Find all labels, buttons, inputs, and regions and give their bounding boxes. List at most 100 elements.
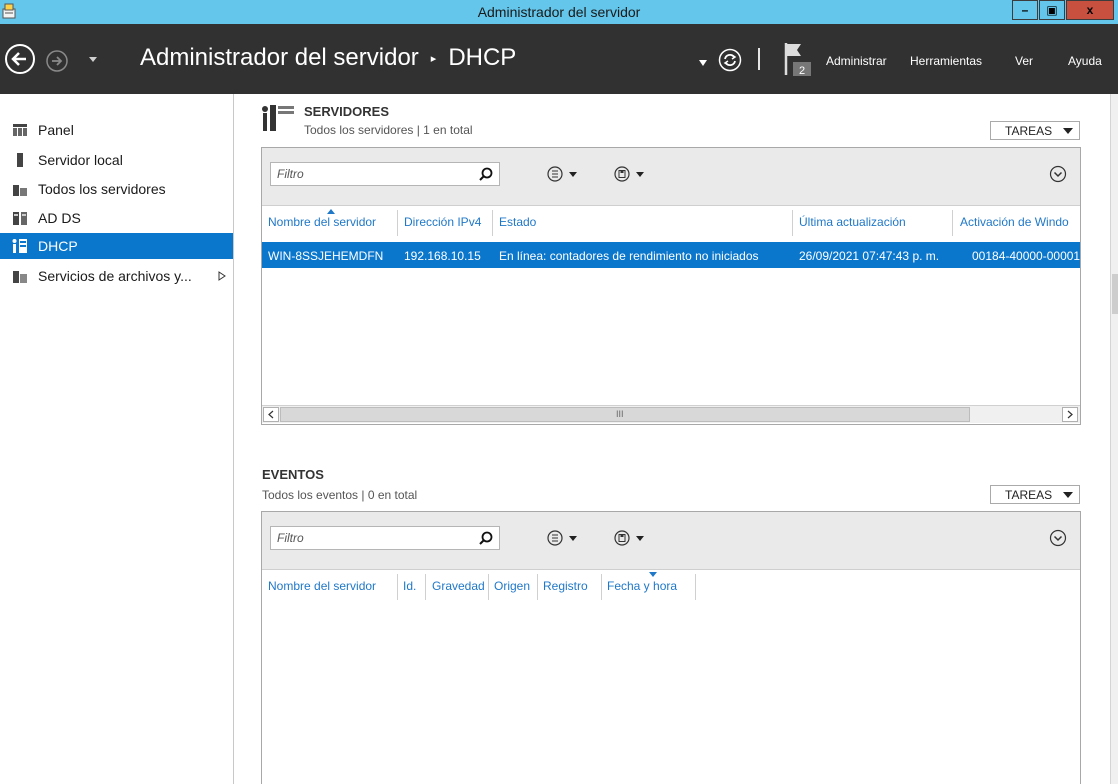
- search-icon[interactable]: [479, 531, 493, 545]
- menu-ver[interactable]: Ver: [1015, 54, 1033, 68]
- list-options-icon[interactable]: [545, 164, 579, 184]
- column-header-status[interactable]: Estado: [499, 215, 536, 229]
- header-divider: [758, 48, 760, 70]
- tasks-dropdown-icon: [1063, 128, 1073, 134]
- column-separator: [952, 210, 953, 236]
- header-bar: Administrador del servidor ▸ DHCP 2 Admi…: [0, 24, 1118, 94]
- refresh-icon[interactable]: [718, 48, 742, 72]
- dhcp-icon: [12, 239, 27, 253]
- collapse-icon[interactable]: [1049, 165, 1067, 183]
- menu-ayuda[interactable]: Ayuda: [1068, 54, 1102, 68]
- column-separator: [537, 574, 538, 600]
- sidebar-item-local-server[interactable]: Servidor local: [0, 147, 233, 173]
- search-icon[interactable]: [479, 167, 493, 181]
- events-tasks-button[interactable]: TAREAS: [990, 485, 1080, 504]
- expand-arrow-icon[interactable]: [218, 271, 226, 281]
- menu-herramientas[interactable]: Herramientas: [910, 54, 982, 68]
- dashboard-icon: [13, 124, 27, 136]
- tasks-dropdown-icon: [1063, 492, 1073, 498]
- list-options-icon[interactable]: [545, 528, 579, 548]
- breadcrumb-separator-icon: ▸: [430, 52, 437, 65]
- servers-section-subtitle: Todos los servidores | 1 en total: [304, 123, 473, 137]
- column-separator: [601, 574, 602, 600]
- sidebar-item-dhcp[interactable]: DHCP: [0, 233, 233, 259]
- close-button[interactable]: x: [1066, 0, 1114, 20]
- sidebar-item-label: Todos los servidores: [38, 181, 166, 197]
- breadcrumb-current: DHCP: [448, 44, 517, 71]
- column-header-last-update[interactable]: Última actualización: [799, 215, 906, 229]
- servers-filter-input[interactable]: Filtro: [270, 162, 500, 186]
- sidebar-item-label: Servicios de archivos y...: [38, 268, 192, 284]
- column-separator: [792, 210, 793, 236]
- local-server-icon: [17, 153, 23, 167]
- sidebar-item-file-services[interactable]: Servicios de archivos y...: [0, 263, 233, 289]
- scroll-right-button[interactable]: [1062, 407, 1078, 422]
- cell-last-update: 26/09/2021 07:47:43 p. m.: [799, 249, 940, 263]
- notifications-flag-icon[interactable]: 2: [783, 41, 817, 77]
- filter-placeholder: Filtro: [277, 531, 304, 545]
- sidebar-item-ad-ds[interactable]: AD DS: [0, 205, 233, 231]
- sidebar-item-label: DHCP: [38, 238, 78, 254]
- column-header-severity[interactable]: Gravedad: [432, 579, 485, 593]
- tasks-label: TAREAS: [1005, 487, 1053, 502]
- column-header-source[interactable]: Origen: [494, 579, 530, 593]
- back-icon[interactable]: [4, 43, 36, 75]
- window-title: Administrador del servidor: [477, 4, 641, 20]
- servers-panel: Filtro Nombre del servidor Dirección IPv…: [261, 147, 1081, 425]
- sidebar-item-all-servers[interactable]: Todos los servidores: [0, 176, 233, 202]
- cell-status: En línea: contadores de rendimiento no i…: [499, 249, 759, 263]
- breadcrumb-root[interactable]: Administrador del servidor: [140, 44, 419, 72]
- minimize-button[interactable]: –: [1012, 0, 1038, 20]
- table-row[interactable]: WIN-8SSJEHEMDFN 192.168.10.15 En línea: …: [262, 242, 1080, 268]
- servers-tasks-button[interactable]: TAREAS: [990, 121, 1080, 140]
- notification-count: 2: [799, 65, 805, 77]
- events-filter-input[interactable]: Filtro: [270, 526, 500, 550]
- maximize-button[interactable]: ▣: [1039, 0, 1065, 20]
- column-header-log[interactable]: Registro: [543, 579, 588, 593]
- sidebar-item-label: AD DS: [38, 210, 81, 226]
- column-separator: [695, 574, 696, 600]
- ad-ds-icon: [13, 212, 27, 225]
- column-header-server-name[interactable]: Nombre del servidor: [268, 579, 376, 593]
- cell-server-name: WIN-8SSJEHEMDFN: [268, 249, 384, 263]
- scroll-thumb[interactable]: III: [280, 407, 970, 422]
- column-header-ipv4[interactable]: Dirección IPv4: [404, 215, 481, 229]
- menu-administrar[interactable]: Administrar: [826, 54, 887, 68]
- sidebar-item-panel[interactable]: Panel: [0, 117, 233, 143]
- sidebar-item-label: Servidor local: [38, 152, 123, 168]
- save-query-icon[interactable]: [612, 528, 646, 548]
- filter-placeholder: Filtro: [277, 167, 304, 181]
- column-header-windows-activation[interactable]: Activación de Windo: [960, 215, 1080, 229]
- cell-ipv4: 192.168.10.15: [404, 249, 481, 263]
- scroll-left-button[interactable]: [263, 407, 279, 422]
- tasks-label: TAREAS: [1005, 123, 1053, 138]
- servers-toolbar: Filtro: [262, 148, 1080, 206]
- chevron-left-icon: [268, 410, 274, 419]
- column-header-date-time[interactable]: Fecha y hora: [607, 579, 677, 593]
- window-title-bar: Administrador del servidor – ▣ x: [0, 0, 1118, 24]
- collapse-icon[interactable]: [1049, 529, 1067, 547]
- column-header-id[interactable]: Id.: [403, 579, 416, 593]
- servers-horizontal-scrollbar[interactable]: III: [262, 405, 1080, 423]
- column-separator: [397, 574, 398, 600]
- forward-icon[interactable]: [46, 50, 68, 72]
- scroll-thumb-grip: III: [616, 409, 624, 419]
- breadcrumb: Administrador del servidor ▸ DHCP: [140, 44, 516, 72]
- column-separator: [397, 210, 398, 236]
- cell-windows-activation: 00184-40000-00001-: [972, 249, 1080, 263]
- column-separator: [425, 574, 426, 600]
- sidebar: Panel Servidor local Todos los servidore…: [0, 94, 233, 784]
- main-vertical-scrollbar[interactable]: [1110, 94, 1118, 784]
- events-panel: Filtro Nombre del servidor Id. Gravedad …: [261, 511, 1081, 784]
- events-section-subtitle: Todos los eventos | 0 en total: [262, 488, 418, 502]
- events-section-title: EVENTOS: [262, 467, 324, 482]
- file-services-icon: [13, 271, 27, 283]
- column-separator: [492, 210, 493, 236]
- save-query-icon[interactable]: [612, 164, 646, 184]
- column-header-server-name[interactable]: Nombre del servidor: [268, 215, 376, 229]
- breadcrumb-dropdown-icon[interactable]: [699, 60, 707, 66]
- chevron-right-icon: [1067, 410, 1073, 419]
- scroll-thumb[interactable]: [1112, 274, 1118, 314]
- servers-section-icon: [262, 105, 294, 131]
- history-dropdown-icon[interactable]: [89, 56, 97, 64]
